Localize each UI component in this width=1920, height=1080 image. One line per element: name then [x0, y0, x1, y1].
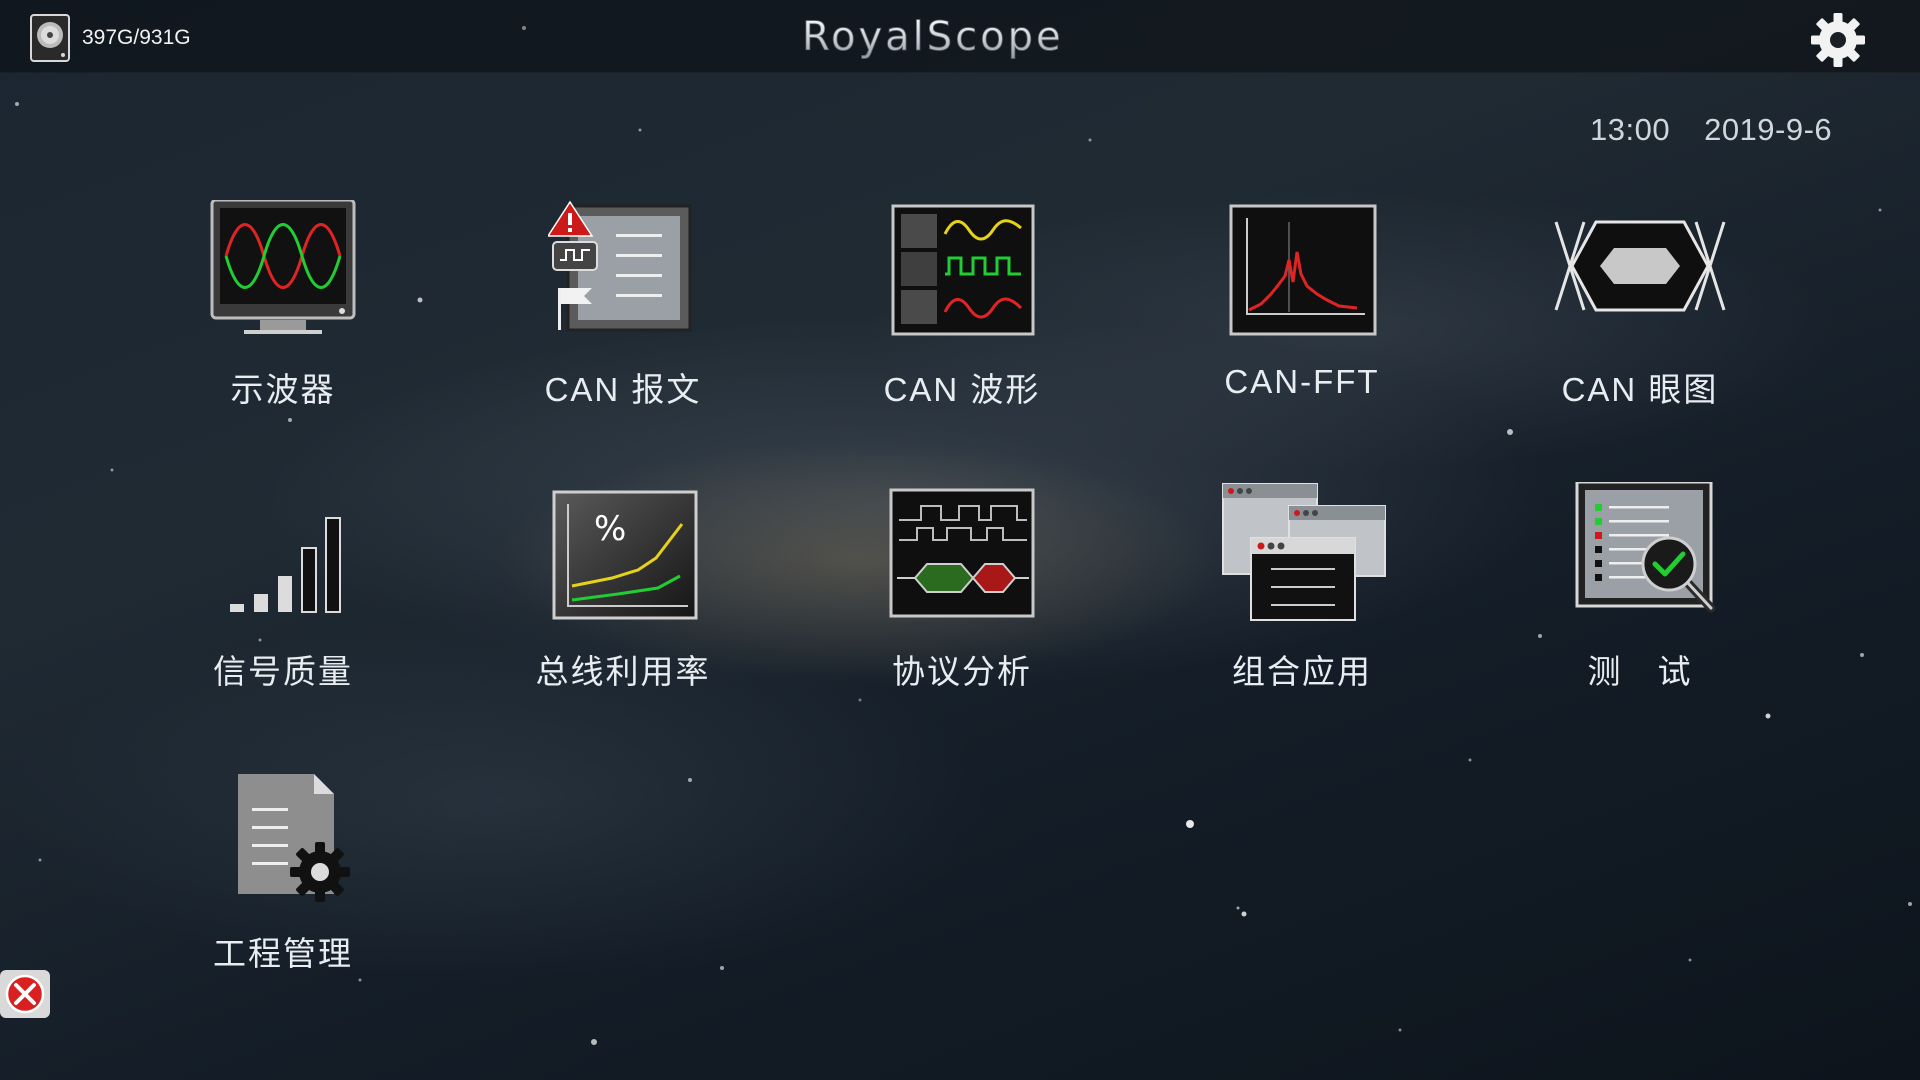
- app-label: 示波器: [230, 371, 336, 408]
- can-message-icon: [548, 200, 692, 332]
- app-tile-project-management[interactable]: 工程管理: [143, 764, 423, 1004]
- app-label: CAN 报文: [544, 371, 702, 408]
- clock-time: 13:00: [1590, 112, 1671, 147]
- top-bar: 397G/931G RoyalScope: [0, 0, 1920, 73]
- app-tile-can-waveform[interactable]: CAN 波形: [822, 200, 1102, 440]
- app-label: 组合应用: [1232, 653, 1372, 690]
- stacked-windows-icon: [1222, 483, 1386, 621]
- fft-spectrum-icon: [1229, 204, 1377, 336]
- disk-usage: 397G/931G: [82, 26, 191, 49]
- document-gear-icon: [238, 774, 350, 902]
- app-tile-bus-utilization[interactable]: % 总线利用率: [483, 482, 763, 722]
- app-label: 协议分析: [892, 653, 1032, 690]
- app-tile-protocol-analysis[interactable]: 协议分析: [822, 482, 1102, 722]
- disk-status: 397G/931G: [30, 14, 191, 62]
- close-icon[interactable]: [0, 970, 50, 1018]
- brand-logo: RoyalScope: [802, 14, 1064, 61]
- app-tile-oscilloscope[interactable]: 示波器: [143, 200, 423, 440]
- hard-disk-icon: [30, 14, 70, 62]
- app-label: CAN 波形: [883, 371, 1041, 408]
- app-label: 测 试: [1587, 653, 1693, 690]
- app-tile-can-message[interactable]: CAN 报文: [483, 200, 763, 440]
- datetime: 13:00 2019-9-6: [1590, 112, 1832, 148]
- app-label: CAN-FFT: [1224, 363, 1380, 400]
- protocol-decode-icon: [889, 488, 1035, 618]
- gear-icon[interactable]: [1808, 10, 1868, 70]
- app-tile-combined-app[interactable]: 组合应用: [1162, 482, 1442, 722]
- signal-bars-icon: [230, 517, 341, 613]
- app-tile-can-fft[interactable]: CAN-FFT: [1162, 200, 1442, 440]
- can-waveform-icon: [891, 204, 1035, 336]
- app-label: 工程管理: [213, 935, 353, 972]
- oscilloscope-icon: [210, 200, 356, 334]
- eye-diagram-icon: [1554, 220, 1726, 312]
- app-label: 总线利用率: [535, 653, 711, 690]
- app-tile-signal-quality[interactable]: 信号质量: [143, 482, 423, 722]
- checklist-magnifier-icon: [1575, 482, 1716, 613]
- app-label: 信号质量: [213, 653, 353, 690]
- app-tile-can-eye[interactable]: CAN 眼图: [1500, 200, 1780, 440]
- utilization-chart-icon: %: [552, 490, 698, 620]
- svg-text:%: %: [594, 509, 626, 549]
- app-label: CAN 眼图: [1561, 371, 1719, 408]
- clock-date: 2019-9-6: [1704, 112, 1833, 147]
- app-tile-test[interactable]: 测 试: [1500, 482, 1780, 722]
- svg-text:RoyalScope: RoyalScope: [802, 14, 1064, 60]
